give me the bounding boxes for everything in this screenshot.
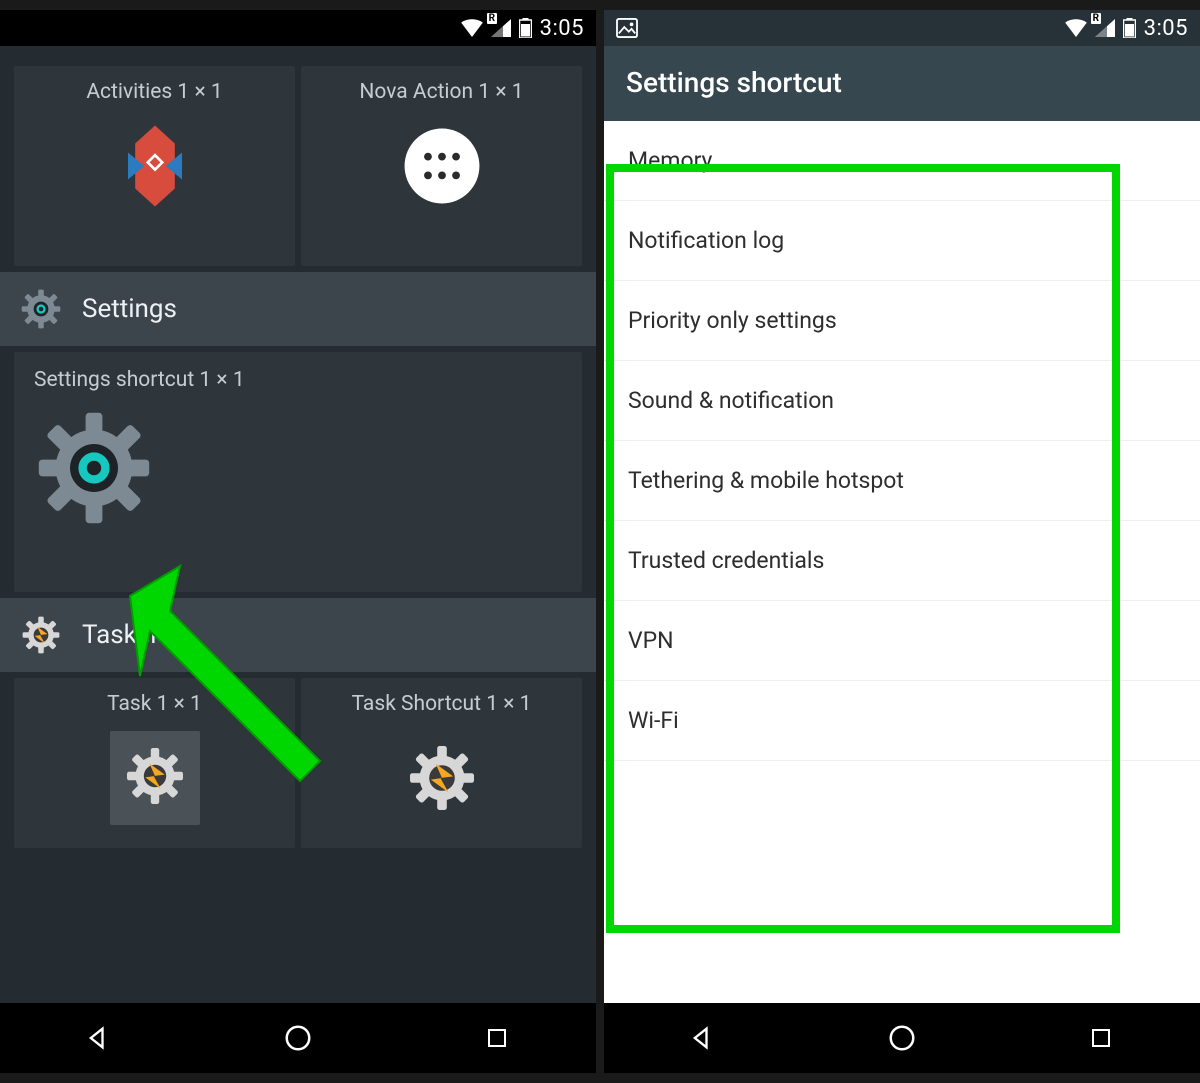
widget-activities[interactable]: Activities 1 × 1 <box>14 66 295 266</box>
wifi-icon <box>461 19 483 37</box>
phone-left: R 3:05 Activities 1 × 1 <box>0 10 596 1073</box>
list-item-wifi[interactable]: Wi-Fi <box>604 681 1200 761</box>
widget-picker: Activities 1 × 1 Nova Action 1 × <box>0 46 596 1003</box>
widget-settings-shortcut[interactable]: Settings shortcut 1 × 1 <box>14 352 582 592</box>
section-label: Tasker <box>82 620 159 650</box>
settings-shortcut-icon <box>34 408 562 568</box>
nav-home-button[interactable] <box>278 1018 318 1058</box>
image-notification-icon <box>616 18 638 38</box>
settings-shortcut-list[interactable]: Memory Notification log Priority only se… <box>604 121 1200 1003</box>
nav-home-button[interactable] <box>882 1018 922 1058</box>
list-item-sound-notification[interactable]: Sound & notification <box>604 361 1200 441</box>
widget-label: Task Shortcut 1 × 1 <box>311 692 572 716</box>
nova-action-icon <box>311 116 572 216</box>
widget-nova-action[interactable]: Nova Action 1 × 1 <box>301 66 582 266</box>
section-tasker[interactable]: Tasker <box>0 598 596 672</box>
tasker-app-icon <box>18 612 64 658</box>
app-bar-title: Settings shortcut <box>604 46 1200 121</box>
list-item-vpn[interactable]: VPN <box>604 601 1200 681</box>
nav-recents-button[interactable] <box>1081 1018 1121 1058</box>
battery-icon <box>519 18 532 38</box>
wifi-icon <box>1065 19 1087 37</box>
list-item-priority-only-settings[interactable]: Priority only settings <box>604 281 1200 361</box>
settings-app-icon <box>18 286 64 332</box>
roaming-signal-icon: R <box>1095 19 1115 37</box>
nav-back-button[interactable] <box>683 1018 723 1058</box>
status-time: 3:05 <box>540 16 584 41</box>
battery-icon <box>1123 18 1136 38</box>
status-bar: R 3:05 <box>0 10 596 46</box>
nav-recents-button[interactable] <box>477 1018 517 1058</box>
phone-right: R 3:05 Settings shortcut Memory Notifica… <box>604 10 1200 1073</box>
widget-label: Task 1 × 1 <box>24 692 285 716</box>
tasker-icon <box>311 728 572 828</box>
section-label: Settings <box>82 294 177 324</box>
widget-task-shortcut[interactable]: Task Shortcut 1 × 1 <box>301 678 582 848</box>
widget-label: Settings shortcut 1 × 1 <box>34 368 562 392</box>
section-settings[interactable]: Settings <box>0 272 596 346</box>
list-item-tethering-hotspot[interactable]: Tethering & mobile hotspot <box>604 441 1200 521</box>
status-time: 3:05 <box>1144 16 1188 41</box>
nova-activities-icon <box>24 116 285 216</box>
list-item-notification-log[interactable]: Notification log <box>604 201 1200 281</box>
widget-task[interactable]: Task 1 × 1 <box>14 678 295 848</box>
status-bar: R 3:05 <box>604 10 1200 46</box>
nav-back-button[interactable] <box>79 1018 119 1058</box>
widget-label: Activities 1 × 1 <box>24 80 285 104</box>
list-item-memory[interactable]: Memory <box>604 121 1200 201</box>
widget-label: Nova Action 1 × 1 <box>311 80 572 104</box>
roaming-signal-icon: R <box>491 19 511 37</box>
list-item-trusted-credentials[interactable]: Trusted credentials <box>604 521 1200 601</box>
settings-shortcut-screen: Settings shortcut Memory Notification lo… <box>604 46 1200 1003</box>
tasker-icon <box>24 728 285 828</box>
